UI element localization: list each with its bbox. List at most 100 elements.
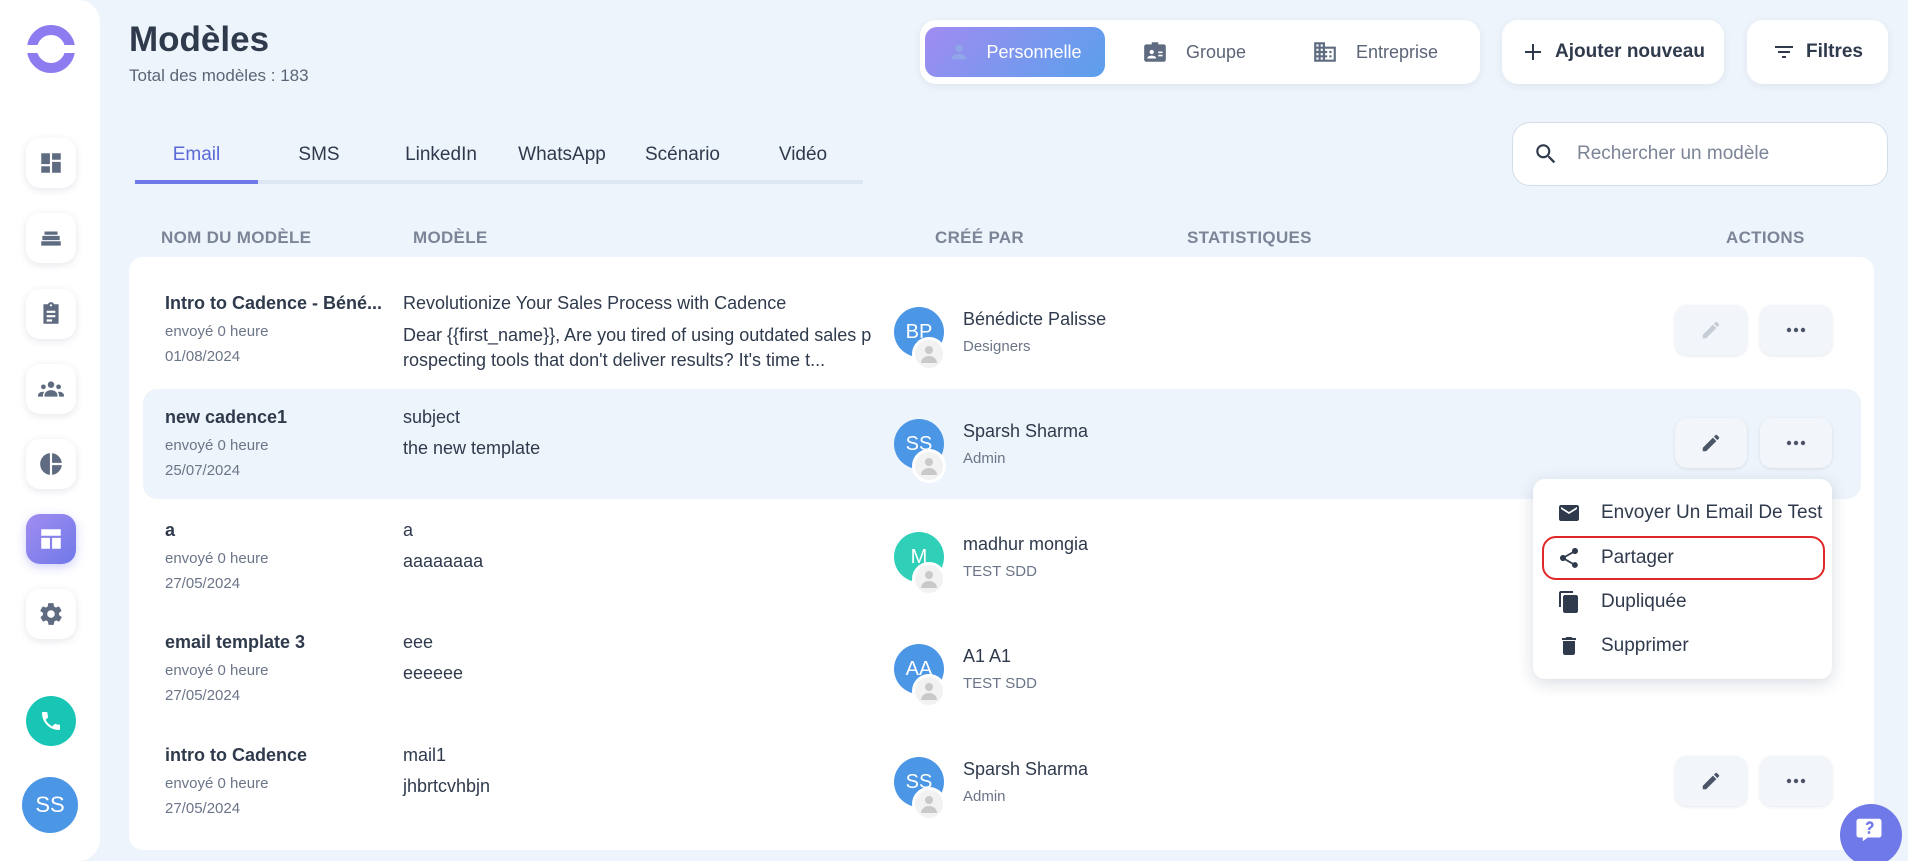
template-count: Total des modèles : 183 — [129, 66, 309, 85]
more-options-button[interactable] — [1760, 418, 1832, 468]
dashboard-icon[interactable] — [26, 138, 76, 188]
user-placeholder-icon — [912, 674, 946, 708]
table-row[interactable]: intro to Cadence envoyé 0 heure 27/05/20… — [143, 727, 1861, 837]
segment-label: Personnelle — [986, 41, 1082, 62]
help-button[interactable] — [1840, 804, 1902, 861]
template-subject: Revolutionize Your Sales Process with Ca… — [403, 293, 787, 313]
search-input[interactable] — [1577, 143, 1867, 165]
user-placeholder-icon — [912, 562, 946, 596]
more-options-button[interactable] — [1760, 756, 1832, 806]
edit-button[interactable] — [1675, 418, 1747, 468]
creator-name: Sparsh Sharma — [963, 421, 1089, 441]
template-subject: subject — [403, 407, 461, 427]
template-subject: a — [403, 520, 414, 540]
plus-icon — [1525, 44, 1542, 60]
column-header-template: MODÈLE — [413, 228, 488, 247]
segment-label: Entreprise — [1356, 41, 1439, 62]
row-actions-menu: Envoyer Un Email De Test Partager Dupliq… — [1533, 479, 1832, 679]
edit-button[interactable] — [1675, 305, 1747, 355]
settings-icon[interactable] — [26, 589, 76, 639]
creator-group: Admin — [963, 788, 1006, 805]
template-subject: eee — [403, 632, 434, 652]
page-title: Modèles — [129, 20, 270, 59]
menu-item-label: Partager — [1601, 547, 1674, 568]
tab-linkedin[interactable]: LinkedIn — [380, 144, 502, 166]
creator-name: Bénédicte Palisse — [963, 309, 1107, 329]
add-new-label: Ajouter nouveau — [1555, 41, 1705, 62]
tab-scenario[interactable]: Scénario — [622, 144, 743, 166]
search-icon — [1536, 144, 1556, 164]
menu-item-send-test-email[interactable]: Envoyer Un Email De Test — [1553, 493, 1823, 533]
user-avatar[interactable]: SS — [22, 777, 78, 833]
creator-name: Sparsh Sharma — [963, 759, 1089, 779]
more-horizontal-icon — [1786, 327, 1806, 333]
add-new-button[interactable]: Ajouter nouveau — [1502, 20, 1724, 84]
column-header-actions: ACTIONS — [1726, 228, 1805, 247]
active-tab-indicator — [135, 180, 258, 184]
sent-info: envoyé 0 heure — [165, 662, 269, 679]
building-icon — [1314, 42, 1336, 62]
share-icon — [1560, 548, 1578, 568]
menu-item-label: Supprimer — [1601, 635, 1689, 656]
menu-item-duplicate[interactable]: Dupliquée — [1553, 582, 1823, 622]
search-box — [1512, 122, 1888, 186]
id-card-icon — [1144, 42, 1166, 62]
template-name[interactable]: email template 3 — [165, 632, 305, 653]
clipboard-icon[interactable] — [26, 289, 76, 339]
segment-entreprise[interactable]: Entreprise — [1312, 27, 1438, 77]
template-body: jhbrtcvhbjn — [403, 776, 491, 796]
pencil-icon — [1702, 772, 1720, 790]
sent-info: envoyé 0 heure — [165, 775, 269, 792]
user-placeholder-icon — [912, 787, 946, 821]
sidebar: SS — [0, 0, 100, 861]
copy-icon — [1559, 591, 1578, 613]
mail-icon — [1559, 505, 1579, 521]
more-horizontal-icon — [1786, 778, 1806, 784]
creator-group: Designers — [963, 338, 1031, 355]
template-body: Dear {{first_name}}, Are you tired of us… — [403, 325, 872, 370]
segment-personnelle[interactable]: Personnelle — [925, 27, 1105, 77]
templates-icon[interactable] — [26, 514, 76, 564]
tab-sms[interactable]: SMS — [258, 144, 380, 166]
creator-group: Admin — [963, 450, 1006, 467]
creator-name: A1 A1 — [963, 646, 1012, 666]
template-body: aaaaaaaa — [403, 551, 484, 571]
menu-item-label: Dupliquée — [1601, 591, 1687, 612]
filters-label: Filtres — [1805, 41, 1864, 62]
pie-chart-icon[interactable] — [26, 439, 76, 489]
column-header-name: NOM DU MODÈLE — [161, 228, 312, 247]
template-name[interactable]: a — [165, 520, 268, 541]
sent-info: envoyé 0 heure — [165, 437, 269, 454]
layers-icon[interactable] — [26, 213, 76, 263]
user-placeholder-icon — [912, 449, 946, 483]
scope-segmented-control: Personnelle Groupe Entreprise — [920, 20, 1480, 84]
app-logo[interactable] — [26, 24, 76, 74]
filter-icon — [1774, 46, 1793, 58]
template-name[interactable]: new cadence1 — [165, 407, 287, 428]
filters-button[interactable]: Filtres — [1747, 20, 1888, 84]
template-subject: mail1 — [403, 745, 447, 765]
segment-label: Groupe — [1186, 41, 1247, 62]
tab-whatsapp[interactable]: WhatsApp — [502, 144, 622, 166]
phone-icon[interactable] — [26, 696, 76, 746]
sent-info: envoyé 0 heure — [165, 550, 269, 567]
edit-button[interactable] — [1675, 756, 1747, 806]
template-name[interactable]: intro to Cadence — [165, 745, 307, 766]
table-row[interactable]: Intro to Cadence - Béné... envoyé 0 heur… — [143, 271, 1861, 381]
template-name[interactable]: Intro to Cadence - Béné... — [165, 293, 382, 314]
menu-item-share[interactable]: Partager — [1542, 536, 1825, 580]
people-icon[interactable] — [26, 364, 76, 414]
channel-tabs: Email SMS LinkedIn WhatsApp Scénario Vid… — [135, 132, 863, 184]
column-header-stats: STATISTIQUES — [1187, 228, 1312, 247]
creator-group: TEST SDD — [963, 675, 1037, 692]
column-header-created-by: CRÉÉ PAR — [935, 228, 1024, 247]
more-options-button[interactable] — [1760, 305, 1832, 355]
menu-item-delete[interactable]: Supprimer — [1553, 626, 1823, 666]
segment-groupe[interactable]: Groupe — [1142, 27, 1246, 77]
creator-name: madhur mongia — [963, 534, 1089, 554]
tab-video[interactable]: Vidéo — [743, 144, 863, 166]
pencil-icon — [1702, 434, 1720, 452]
pencil-icon — [1702, 321, 1720, 339]
menu-item-label: Envoyer Un Email De Test — [1601, 502, 1823, 523]
tab-email[interactable]: Email — [135, 144, 258, 166]
